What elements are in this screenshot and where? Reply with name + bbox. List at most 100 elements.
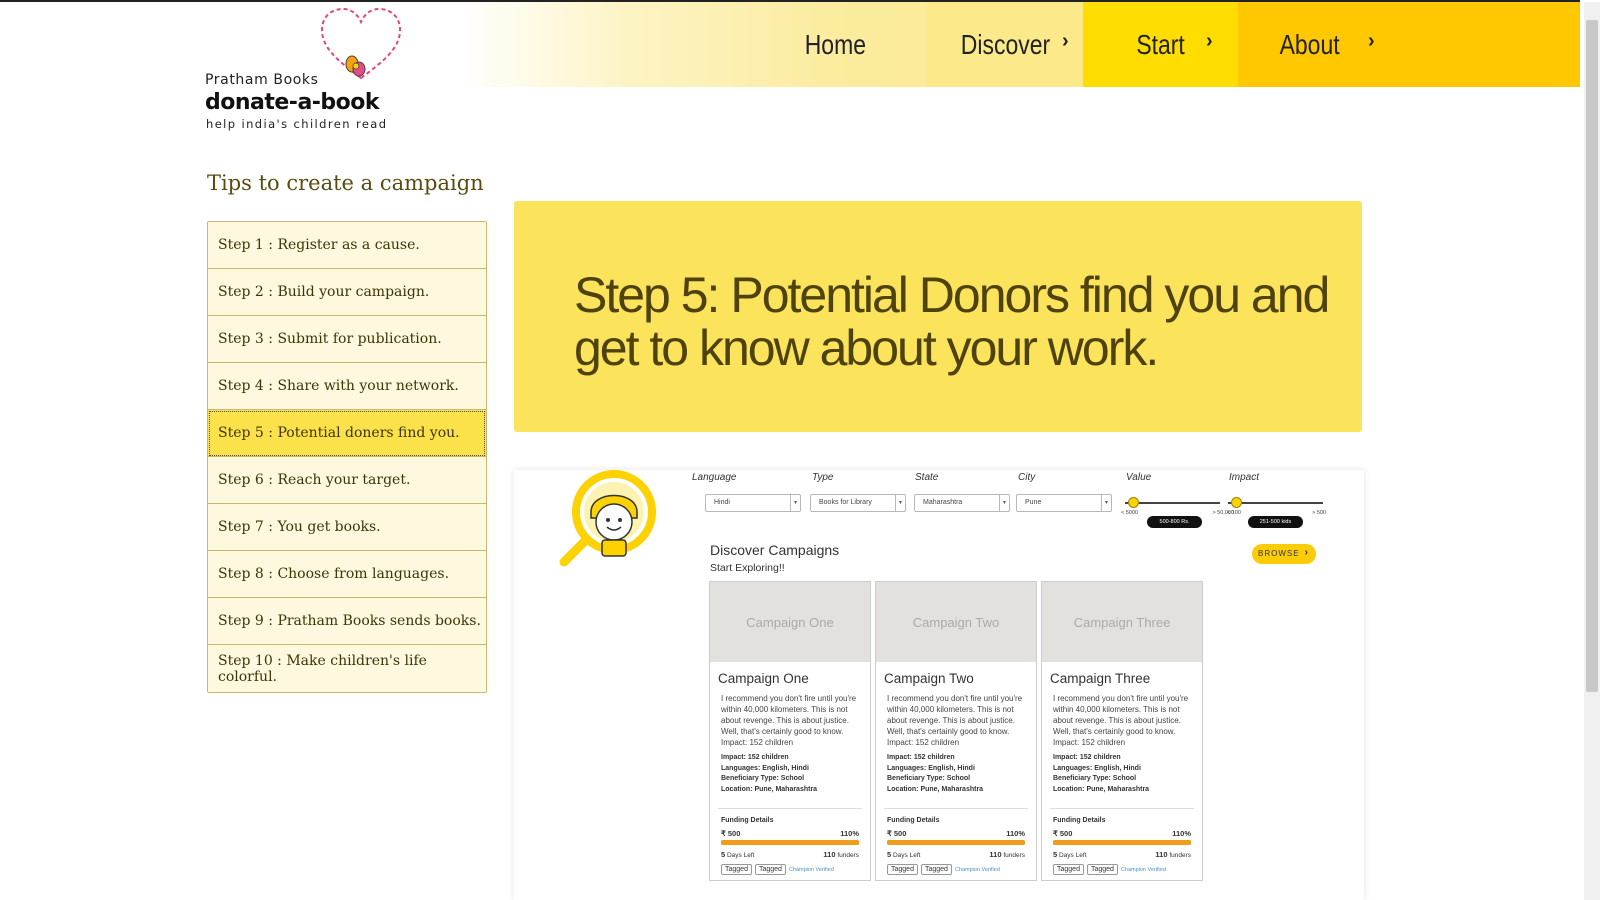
campaign-location: Location: Pune, Maharashtra [1053, 785, 1150, 793]
vertical-scrollbar[interactable] [1584, 2, 1600, 900]
divider [718, 808, 862, 809]
campaign-meta: Impact: 152 children Languages: English,… [1053, 753, 1194, 795]
filter-type-label: Type [812, 472, 834, 483]
campaign-title[interactable]: Campaign Two [884, 671, 1036, 686]
step-item-3[interactable]: Step 3 : Submit for publication. [208, 316, 486, 363]
step-hero-panel: Step 5: Potential Donors find you and ge… [514, 201, 1362, 432]
campaign-card[interactable]: Campaign One Campaign One I recommend yo… [709, 581, 871, 881]
campaign-beneficiary: Beneficiary Type: School [721, 775, 805, 782]
tag-badge[interactable]: Tagged [887, 864, 918, 875]
campaign-title[interactable]: Campaign Three [1050, 671, 1202, 686]
filter-state-select[interactable]: Maharashtra ▾ [914, 494, 1010, 512]
step-item-4[interactable]: Step 4 : Share with your network. [208, 363, 486, 410]
funding-progress-fill [721, 840, 859, 845]
campaign-beneficiary: Beneficiary Type: School [1053, 775, 1137, 782]
step-item-9[interactable]: Step 9 : Pratham Books sends books. [208, 598, 486, 645]
days-left: 5 Days Left [721, 850, 754, 859]
divider [884, 808, 1028, 809]
chevron-down-icon: ▾ [1101, 495, 1111, 511]
scrollbar-thumb[interactable] [1586, 20, 1598, 692]
value-slider[interactable]: < 5000 > 50,000 500-800 Rs. [1121, 497, 1234, 528]
champion-verified-link[interactable]: Champion Verified [1121, 867, 1166, 873]
filter-value-label: Value [1126, 472, 1152, 483]
step-item-8[interactable]: Step 8 : Choose from languages. [208, 551, 486, 598]
nav-about[interactable]: About › [1238, 2, 1580, 87]
step-heading: Step 5: Potential Donors find you and ge… [574, 267, 1330, 376]
days-left-number: 5 [721, 850, 726, 859]
nav-home[interactable]: Home [760, 2, 910, 87]
campaign-card[interactable]: Campaign Two Campaign Two I recommend yo… [875, 581, 1037, 881]
campaign-location: Location: Pune, Maharashtra [887, 785, 984, 793]
page: Pratham Books donate-a-book help india's… [0, 0, 1600, 900]
chevron-right-icon: › [1206, 30, 1213, 52]
step-item-10[interactable]: Step 10 : Make children's life colorful. [208, 645, 486, 692]
steps-list: Step 1 : Register as a cause. Step 2 : B… [207, 221, 487, 693]
tag-badge[interactable]: Tagged [1053, 864, 1084, 875]
funding-row: ₹ 500 110% [721, 829, 859, 838]
tag-badge[interactable]: Tagged [721, 864, 752, 875]
chevron-down-icon: ▾ [895, 495, 905, 511]
funders-number: 110 [1155, 850, 1168, 859]
browse-button[interactable]: BROWSE › [1252, 544, 1316, 564]
impact-slider-max: > 500 [1312, 510, 1326, 516]
impact-slider-knob[interactable] [1231, 497, 1242, 508]
funding-stats: 5 Days Left 110 funders [887, 850, 1025, 859]
tag-badge[interactable]: Tagged [920, 864, 952, 875]
campaign-meta: Impact: 152 children Languages: English,… [721, 753, 862, 795]
days-left-text: Days Left [1058, 852, 1087, 859]
funding-percent: 110% [1006, 829, 1025, 838]
campaign-description: I recommend you don't fire until you're … [887, 694, 1023, 747]
filter-type-select[interactable]: Books for Library ▾ [810, 494, 906, 512]
step-item-2[interactable]: Step 2 : Build your campaign. [208, 269, 486, 316]
tag-list: Tagged Tagged Champion Verified [887, 864, 1036, 875]
champion-verified-link[interactable]: Champion Verified [955, 867, 1000, 873]
chevron-right-icon: › [1062, 30, 1069, 52]
funders-text: funders [1169, 852, 1191, 859]
tag-badge[interactable]: Tagged [1086, 864, 1118, 875]
impact-slider[interactable]: < 100 > 500 251-500 kids [1227, 497, 1326, 528]
browse-label: BROWSE [1258, 549, 1300, 558]
funding-percent: 110% [840, 829, 859, 838]
campaign-location: Location: Pune, Maharashtra [721, 785, 818, 793]
campaign-meta: Impact: 152 children Languages: English,… [887, 753, 1028, 795]
step-item-7[interactable]: Step 7 : You get books. [208, 504, 486, 551]
funding-progress-bar [721, 840, 859, 845]
funding-stats: 5 Days Left 110 funders [721, 850, 859, 859]
funders: 110 funders [989, 850, 1025, 859]
funding-amount: ₹ 500 [721, 829, 741, 838]
value-slider-knob[interactable] [1128, 497, 1139, 508]
chevron-down-icon: ▾ [790, 495, 800, 511]
sidebar-title: Tips to create a campaign [207, 171, 484, 195]
champion-verified-link[interactable]: Champion Verified [789, 867, 834, 873]
nav-home-label: Home [804, 28, 866, 60]
funders-number: 110 [823, 850, 836, 859]
step-item-1[interactable]: Step 1 : Register as a cause. [208, 222, 486, 269]
brand-publisher: Pratham Books [205, 72, 319, 88]
funding-progress-bar [887, 840, 1025, 845]
funding-amount: ₹ 500 [887, 829, 907, 838]
tag-badge[interactable]: Tagged [754, 864, 786, 875]
campaign-card[interactable]: Campaign Three Campaign Three I recommen… [1041, 581, 1203, 881]
campaign-languages: Languages: English, Hindi [1053, 764, 1141, 772]
step-item-5[interactable]: Step 5 : Potential doners find you. [208, 410, 486, 457]
campaign-thumbnail: Campaign Two [876, 582, 1036, 662]
impact-slider-tooltip: 251-500 kids [1248, 516, 1303, 528]
brand-name: donate-a-book [205, 90, 380, 115]
filter-language-select[interactable]: Hindi ▾ [705, 494, 801, 512]
campaign-description: I recommend you don't fire until you're … [721, 694, 857, 747]
heart-butterfly-icon [320, 7, 402, 80]
funding-details-label: Funding Details [887, 817, 940, 824]
funders: 110 funders [823, 850, 859, 859]
funding-stats: 5 Days Left 110 funders [1053, 850, 1191, 859]
campaign-title[interactable]: Campaign One [718, 671, 870, 686]
filter-language-label: Language [692, 472, 737, 483]
logo[interactable]: Pratham Books donate-a-book help india's… [205, 6, 405, 131]
funding-progress-fill [887, 840, 1025, 845]
step-item-6[interactable]: Step 6 : Reach your target. [208, 457, 486, 504]
chevron-right-icon: › [1304, 547, 1309, 558]
filter-city-select[interactable]: Pune ▾ [1016, 494, 1112, 512]
tag-list: Tagged Tagged Champion Verified [721, 864, 870, 875]
nav-about-label: About [1279, 28, 1340, 60]
nav-discover[interactable]: Discover › [927, 2, 1083, 87]
nav-start[interactable]: Start › [1083, 2, 1238, 87]
